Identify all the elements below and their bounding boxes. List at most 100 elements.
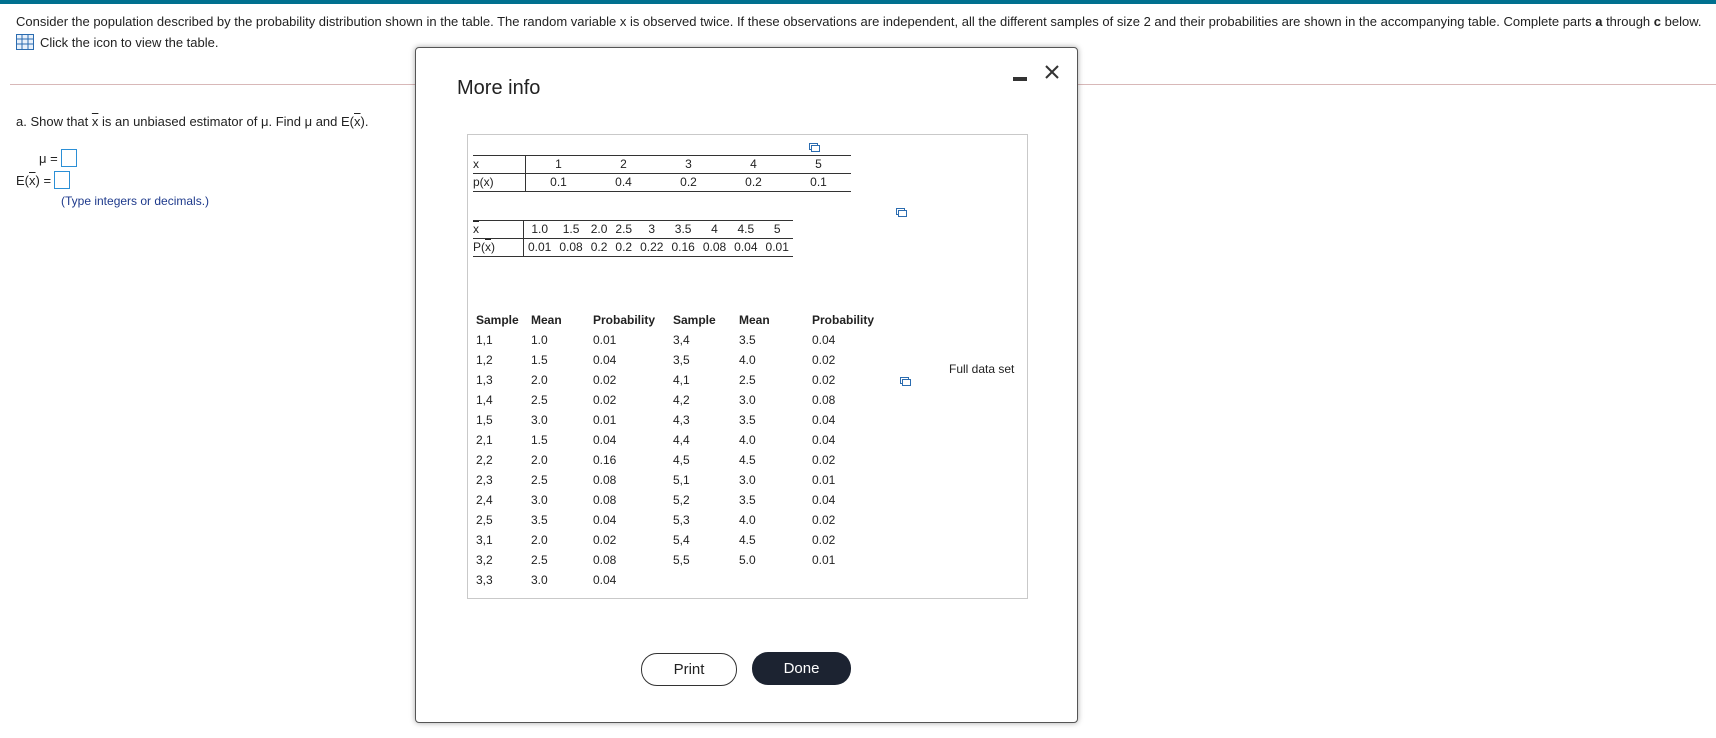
mean-cell: 5.0 [739, 553, 756, 567]
sample-cell: 1,3 [476, 373, 493, 387]
dist-p-cell: 0.4 [591, 173, 656, 192]
xbar-cell: 1.5 [555, 220, 587, 239]
sample-cell: 1,2 [476, 353, 493, 367]
mean-cell: 3.0 [531, 573, 548, 587]
full-data-set-table: Sample Mean Probability Sample Mean Prob… [476, 310, 892, 590]
sample-cell: 1,4 [476, 393, 493, 407]
answer-hint: (Type integers or decimals.) [61, 194, 210, 208]
dialog-title: More info [457, 77, 541, 99]
probability-cell: 0.08 [593, 553, 617, 567]
probability-cell: 0.04 [812, 493, 836, 507]
table-row: 3,2 2.5 0.08 5,5 5.0 0.01 [476, 550, 892, 570]
sample-cell: 5,3 [673, 513, 690, 527]
sample-cell: 3,3 [476, 573, 493, 587]
copy-icon[interactable] [900, 377, 911, 386]
table-row: 2,2 2.0 0.16 4,5 4.5 0.02 [476, 450, 892, 470]
sample-cell: 4,1 [673, 373, 690, 387]
sample-cell: 1,1 [476, 333, 493, 347]
probability-cell: 0.02 [812, 453, 836, 467]
probability-cell: 0.02 [593, 373, 617, 387]
row-label-x: x [473, 155, 526, 174]
sample-cell: 2,3 [476, 473, 493, 487]
mu-answer-row: μ = [39, 149, 77, 167]
xbar-cell: 2.0 [586, 220, 612, 239]
probability-cell: 0.01 [593, 413, 617, 427]
mean-cell: 3.0 [531, 493, 548, 507]
top-accent-bar [0, 0, 1716, 4]
table-row: 2,4 3.0 0.08 5,2 3.5 0.04 [476, 490, 892, 510]
probability-cell: 0.02 [812, 533, 836, 547]
sample-cell: 3,2 [476, 553, 493, 567]
copy-icon[interactable] [809, 143, 820, 152]
ex-input[interactable] [54, 171, 71, 189]
dist-p-cell: 0.1 [525, 173, 591, 192]
mean-cell: 1.5 [531, 353, 548, 367]
part-a-question: a. Show that x is an unbiased estimator … [16, 114, 369, 129]
probability-cell: 0.01 [812, 473, 836, 487]
header-sample: Sample [476, 313, 519, 327]
table-row: 2,1 1.5 0.04 4,4 4.0 0.04 [476, 430, 892, 450]
population-distribution-table: x 1 2 3 4 5 p(x) 0.1 0.4 0.2 0.2 0.1 [473, 155, 851, 192]
sampling-distribution-table: x 1.0 1.5 2.0 2.5 3 3.5 4 4.5 5 P(x) 0.0… [473, 220, 793, 257]
probability-cell: 0.04 [593, 573, 617, 587]
table-row: 1,1 1.0 0.01 3,4 3.5 0.04 [476, 330, 892, 350]
sample-cell: 4,5 [673, 453, 690, 467]
ex-answer-row: E(x) = [16, 171, 71, 189]
probability-cell [812, 570, 892, 590]
dist-p-cell: 0.2 [721, 173, 786, 192]
pxbar-cell: 0.08 [698, 238, 731, 257]
xbar-cell: 3.5 [667, 220, 699, 239]
sample-cell: 3,4 [673, 333, 690, 347]
mean-cell: 2.0 [531, 453, 548, 467]
done-button[interactable]: Done [752, 652, 851, 685]
xbar-cell: 5 [761, 220, 793, 239]
ex-label: E(x) = [16, 172, 52, 188]
mean-cell: 3.0 [739, 473, 756, 487]
probability-cell: 0.02 [593, 533, 617, 547]
table-icon[interactable] [16, 34, 34, 50]
sample-cell: 2,1 [476, 433, 493, 447]
mean-cell: 3.0 [531, 413, 548, 427]
sample-cell: 2,4 [476, 493, 493, 507]
probability-cell: 0.04 [593, 513, 617, 527]
minimize-icon[interactable] [1013, 77, 1027, 81]
question-prompt: Consider the population described by the… [16, 14, 1702, 29]
mean-cell: 3.0 [739, 393, 756, 407]
mean-cell: 2.0 [531, 373, 548, 387]
probability-cell: 0.04 [593, 353, 617, 367]
copy-icon[interactable] [896, 208, 907, 217]
dist-x-cell: 2 [591, 155, 656, 174]
dist-x-cell: 5 [786, 155, 851, 174]
mean-cell: 4.0 [739, 353, 756, 367]
probability-cell: 0.02 [812, 513, 836, 527]
probability-cell: 0.02 [593, 393, 617, 407]
sample-cell [673, 570, 739, 590]
mean-cell: 3.5 [739, 333, 756, 347]
print-button[interactable]: Print [641, 653, 737, 686]
probability-cell: 0.02 [812, 373, 836, 387]
probability-cell: 0.04 [812, 433, 836, 447]
tables-panel: x 1 2 3 4 5 p(x) 0.1 0.4 0.2 0.2 0.1 x 1… [467, 134, 1028, 599]
table-row: 1,5 3.0 0.01 4,3 3.5 0.04 [476, 410, 892, 430]
mu-input[interactable] [60, 149, 77, 167]
view-table-text: Click the icon to view the table. [40, 34, 219, 50]
table-row: 3,3 3.0 0.04 [476, 570, 892, 590]
pxbar-cell: 0.16 [667, 238, 699, 257]
mean-cell: 2.5 [531, 393, 548, 407]
probability-cell: 0.04 [812, 413, 836, 427]
mean-cell: 1.5 [531, 433, 548, 447]
table-header-row: Sample Mean Probability Sample Mean Prob… [476, 310, 892, 330]
dist-x-cell: 1 [525, 155, 591, 174]
close-icon[interactable] [1044, 64, 1060, 80]
pxbar-cell: 0.2 [611, 238, 637, 257]
header-probability: Probability [593, 313, 656, 327]
xbar-cell: 3 [636, 220, 668, 239]
pxbar-cell: 0.22 [636, 238, 668, 257]
mean-cell: 3.5 [531, 513, 548, 527]
probability-cell: 0.08 [593, 473, 617, 487]
probability-cell: 0.04 [593, 433, 617, 447]
probability-cell: 0.04 [812, 333, 836, 347]
mean-cell: 4.0 [739, 513, 756, 527]
sample-cell: 5,1 [673, 473, 690, 487]
view-table-link[interactable]: Click the icon to view the table. [16, 34, 218, 50]
